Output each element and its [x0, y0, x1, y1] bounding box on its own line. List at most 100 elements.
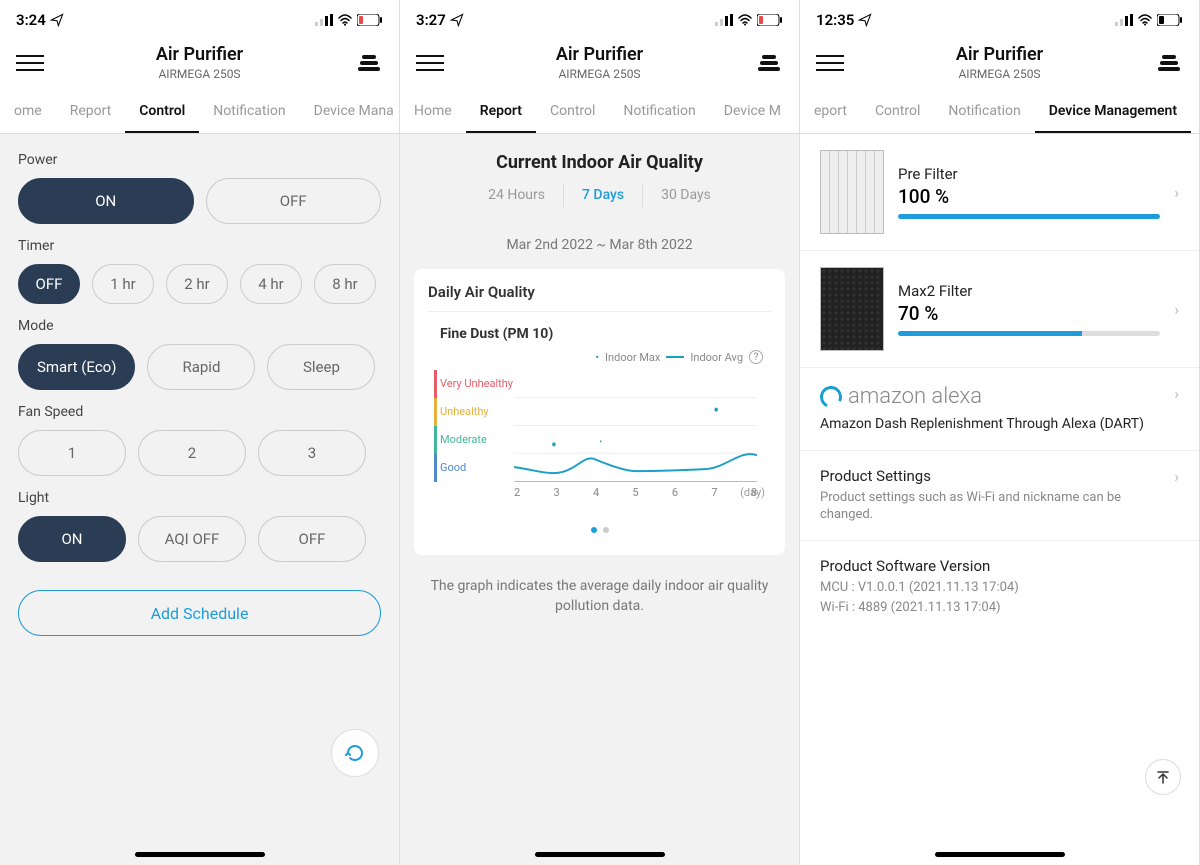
mode-smart-eco-button[interactable]: Smart (Eco) [18, 344, 135, 390]
menu-icon[interactable] [416, 49, 444, 77]
light-aqi-off-button[interactable]: AQI OFF [138, 516, 246, 562]
header-subtitle-text: AIRMEGA 250S [44, 67, 355, 81]
tab-notification[interactable]: Notification [609, 91, 709, 133]
page-dots[interactable] [428, 518, 771, 537]
light-label: Light [18, 490, 381, 506]
timer-1hr-button[interactable]: 1 hr [92, 264, 154, 304]
power-on-button[interactable]: ON [18, 178, 194, 224]
statusbar-left: 3:24 [16, 11, 64, 29]
period-7d[interactable]: 7 Days [564, 183, 643, 207]
status-bar: 3:27 [400, 0, 799, 40]
refresh-button[interactable] [331, 729, 379, 777]
menu-icon[interactable] [816, 49, 844, 77]
light-on-button[interactable]: ON [18, 516, 126, 562]
alexa-row[interactable]: amazon alexa Amazon Dash Replenishment T… [800, 368, 1199, 451]
cellular-icon [1115, 14, 1133, 26]
alexa-ring-icon [817, 382, 845, 410]
fan-speed-label: Fan Speed [18, 404, 381, 420]
tab-device-management[interactable]: Device Mana [300, 91, 399, 133]
location-icon [858, 13, 872, 27]
x-tick: 6 [672, 486, 678, 499]
y-axis-labels: Very Unhealthy Unhealthy Moderate Good [440, 370, 513, 482]
fan-1-button[interactable]: 1 [18, 430, 126, 476]
tab-report[interactable]: Report [56, 91, 126, 133]
tab-notification[interactable]: Notification [934, 91, 1034, 133]
app-header: Air Purifier AIRMEGA 250S [0, 40, 399, 91]
device-management-panel: Pre Filter 100 % › Max2 Filter 70 % › am… [800, 134, 1199, 632]
timer-2hr-button[interactable]: 2 hr [166, 264, 228, 304]
filter-progress [898, 214, 1160, 219]
x-tick: 4 [593, 486, 599, 499]
tab-report[interactable]: eport [800, 91, 861, 133]
tab-control[interactable]: Control [125, 91, 199, 133]
alexa-logo: amazon alexa [820, 384, 1162, 409]
clock: 3:27 [416, 11, 446, 29]
air-quality-chart: Very Unhealthy Unhealthy Moderate Good [434, 370, 765, 510]
mcu-version: MCU : V1.0.0.1 (2021.11.13 17:04) [820, 579, 1179, 597]
x-tick: 3 [553, 486, 559, 499]
wifi-icon [1137, 14, 1153, 26]
pre-filter-row[interactable]: Pre Filter 100 % › [800, 134, 1199, 251]
power-label: Power [18, 152, 381, 168]
period-24h[interactable]: 24 Hours [470, 183, 564, 207]
tab-home[interactable]: Home [400, 91, 466, 133]
tab-device-management[interactable]: Device M [710, 91, 795, 133]
power-off-button[interactable]: OFF [206, 178, 382, 224]
devices-icon[interactable] [755, 49, 783, 77]
row-title: Product Settings [820, 467, 1162, 485]
timer-8hr-button[interactable]: 8 hr [314, 264, 376, 304]
fan-2-button[interactable]: 2 [138, 430, 246, 476]
statusbar-right [315, 14, 383, 26]
phone-control: 3:24 Air Purifier AIRMEGA 250S ome Repor… [0, 0, 400, 865]
tab-control[interactable]: Control [536, 91, 609, 133]
ylabel-unhealthy: Unhealthy [440, 398, 513, 426]
add-schedule-button[interactable]: Add Schedule [18, 590, 381, 636]
max2-filter-image [820, 267, 884, 351]
chevron-right-icon: › [1174, 183, 1179, 202]
product-settings-row[interactable]: Product Settings Product settings such a… [800, 451, 1199, 541]
header-subtitle-text: AIRMEGA 250S [844, 67, 1155, 81]
mode-sleep-button[interactable]: Sleep [267, 344, 375, 390]
tab-notification[interactable]: Notification [199, 91, 299, 133]
devices-icon[interactable] [1155, 49, 1183, 77]
tab-device-management[interactable]: Device Management [1035, 91, 1191, 133]
filter-percent: 70 % [898, 302, 1160, 325]
battery-icon [1157, 14, 1183, 26]
ylabel-good: Good [440, 454, 513, 482]
legend-help-icon[interactable]: ? [749, 350, 763, 364]
location-icon [450, 13, 464, 27]
x-axis-unit: (day) [740, 486, 765, 499]
legend-avg-label: Indoor Avg [690, 351, 743, 364]
menu-icon[interactable] [16, 49, 44, 77]
software-version-row: Product Software Version MCU : V1.0.0.1 … [800, 541, 1199, 632]
max2-filter-row[interactable]: Max2 Filter 70 % › [800, 251, 1199, 368]
x-tick: 2 [514, 486, 520, 499]
chart-note: The graph indicates the average daily in… [430, 577, 769, 616]
chart-plot-area [514, 370, 757, 482]
location-icon [50, 13, 64, 27]
scroll-top-button[interactable] [1145, 759, 1181, 795]
tab-control[interactable]: Control [861, 91, 934, 133]
wifi-version: Wi-Fi : 4889 (2021.11.13 17:04) [820, 599, 1179, 617]
mode-rapid-button[interactable]: Rapid [147, 344, 255, 390]
ylabel-very-unhealthy: Very Unhealthy [440, 370, 513, 398]
timer-4hr-button[interactable]: 4 hr [240, 264, 302, 304]
x-tick: 7 [711, 486, 717, 499]
battery-icon [357, 14, 383, 26]
phone-report: 3:27 Air Purifier AIRMEGA 250S Home Repo… [400, 0, 800, 865]
row-subtitle: Product settings such as Wi-Fi and nickn… [820, 489, 1162, 524]
fan-3-button[interactable]: 3 [258, 430, 366, 476]
home-indicator [935, 852, 1065, 857]
period-30d[interactable]: 30 Days [643, 183, 729, 207]
light-off-button[interactable]: OFF [258, 516, 366, 562]
app-header: Air Purifier AIRMEGA 250S [400, 40, 799, 91]
clock: 3:24 [16, 11, 46, 29]
devices-icon[interactable] [355, 49, 383, 77]
alexa-brand-text: amazon alexa [848, 384, 982, 409]
timer-off-button[interactable]: OFF [18, 264, 80, 304]
chart-legend: • Indoor Max Indoor Avg ? [428, 350, 763, 364]
tab-report[interactable]: Report [466, 91, 536, 133]
chevron-right-icon: › [1174, 467, 1179, 486]
report-title: Current Indoor Air Quality [400, 152, 799, 173]
tab-home[interactable]: ome [0, 91, 56, 133]
